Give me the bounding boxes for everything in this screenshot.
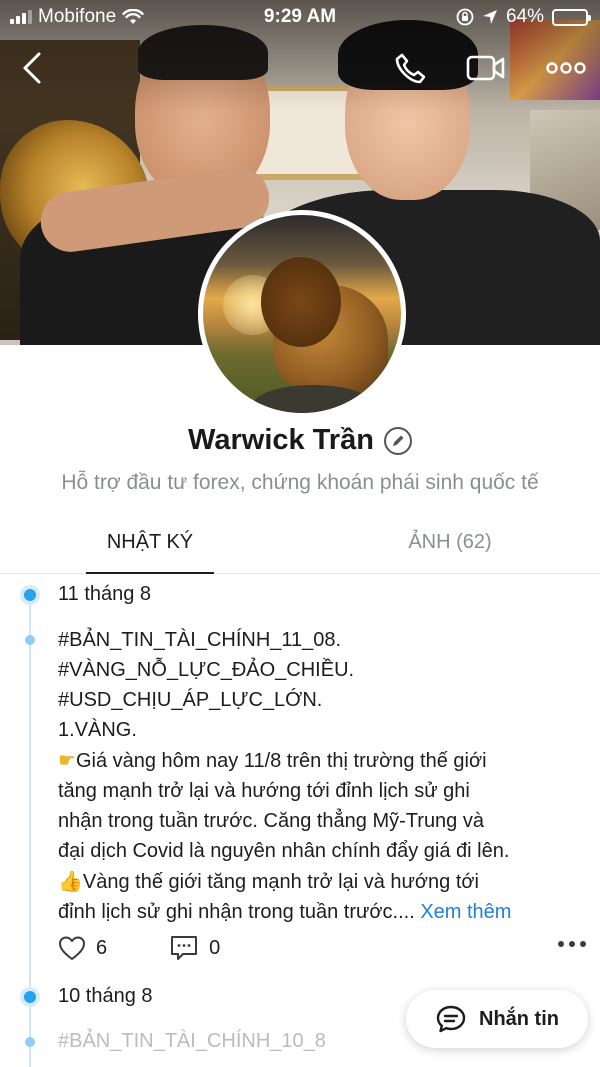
chat-bubble-icon bbox=[436, 1005, 466, 1033]
post-line: 1.VÀNG. bbox=[58, 719, 137, 741]
post-line: #BẢN_TIN_TÀI_CHÍNH_11_08. bbox=[58, 629, 342, 651]
phone-icon bbox=[395, 53, 426, 84]
post-line: #VÀNG_NỖ_LỰC_ĐẢO_CHIỀU. bbox=[58, 659, 355, 681]
tab-journal[interactable]: NHẬT KÝ bbox=[0, 512, 300, 574]
post-more-button[interactable] bbox=[556, 936, 588, 954]
like-button[interactable]: 6 bbox=[58, 935, 107, 961]
post-line: #USD_CHỊU_ÁP_LỰC_LỚN. bbox=[58, 689, 323, 711]
avatar-lion-mane bbox=[261, 257, 341, 347]
profile-bio: Hỗ trợ đầu tư forex, chứng khoán phái si… bbox=[61, 471, 539, 494]
orientation-lock-icon bbox=[456, 8, 474, 26]
post-line: nhận trong tuần trước. Căng thẳng Mỹ-Tru… bbox=[58, 810, 484, 832]
heart-icon bbox=[59, 936, 85, 960]
message-button-label: Nhắn tin bbox=[479, 1007, 559, 1030]
call-button[interactable] bbox=[386, 46, 434, 90]
battery-percent: 64% bbox=[505, 6, 544, 27]
profile-name: Warwick Trần bbox=[188, 424, 374, 456]
status-right: 64% bbox=[456, 6, 591, 28]
status-bar: Mobifone 9:29 AM 64% bbox=[0, 0, 600, 34]
more-dots-icon bbox=[558, 941, 586, 947]
profile-name-row: Warwick Trần bbox=[0, 424, 600, 457]
timeline-date-marker bbox=[20, 987, 40, 1007]
tab-journal-label: NHẬT KÝ bbox=[106, 531, 194, 553]
comment-count: 0 bbox=[209, 936, 221, 959]
post-date: 11 tháng 8 bbox=[58, 583, 152, 605]
more-options-icon bbox=[546, 62, 586, 74]
post-actions: 6 0 bbox=[58, 930, 588, 966]
back-chevron-icon bbox=[23, 52, 41, 84]
profile-avatar[interactable] bbox=[198, 210, 406, 418]
video-call-icon bbox=[466, 55, 505, 81]
post-line: đỉnh lịch sử ghi nhận trong tuần trước..… bbox=[58, 901, 415, 923]
comment-button[interactable]: 0 bbox=[169, 934, 220, 962]
post-line: Giá vàng hôm nay 11/8 trên thị trường th… bbox=[75, 750, 487, 772]
comment-icon bbox=[171, 936, 198, 960]
edit-name-button[interactable] bbox=[383, 426, 412, 455]
post-line: Vàng thế giới tăng mạnh trở lại và hướng… bbox=[82, 871, 479, 893]
pencil-icon bbox=[392, 435, 404, 446]
pointing-hand-emoji-icon: ☛ bbox=[58, 748, 76, 772]
post-line: tăng mạnh trở lại và hướng tới đỉnh lịch… bbox=[58, 780, 470, 802]
timeline-post-marker bbox=[25, 635, 35, 645]
tab-photos[interactable]: ẢNH (62) bbox=[300, 512, 600, 573]
video-call-button[interactable] bbox=[462, 46, 510, 90]
avatar-rock bbox=[253, 385, 373, 413]
post-line: đại dịch Covid là nguyên nhân chính đẩy … bbox=[58, 840, 510, 862]
timeline-date-marker bbox=[20, 585, 40, 605]
tab-photos-label: ẢNH (62) bbox=[408, 531, 492, 553]
profile-tabs: NHẬT KÝ ẢNH (62) bbox=[0, 512, 600, 574]
post-content[interactable]: #BẢN_TIN_TÀI_CHÍNH_11_08. #VÀNG_NỖ_LỰC_Đ… bbox=[58, 625, 593, 927]
post-date: 10 tháng 8 bbox=[58, 985, 153, 1007]
like-count: 6 bbox=[96, 936, 108, 959]
post-preview-line[interactable]: #BẢN_TIN_TÀI_CHÍNH_10_8 bbox=[58, 1030, 326, 1053]
location-icon bbox=[482, 10, 497, 24]
message-button[interactable]: Nhắn tin bbox=[406, 990, 588, 1048]
thumbs-up-emoji-icon: 👍 bbox=[58, 869, 83, 893]
more-options-button[interactable] bbox=[542, 46, 590, 90]
back-button[interactable] bbox=[8, 46, 56, 90]
see-more-link[interactable]: Xem thêm bbox=[420, 901, 511, 923]
battery-icon bbox=[552, 8, 591, 26]
timeline-post-marker bbox=[25, 1037, 35, 1047]
